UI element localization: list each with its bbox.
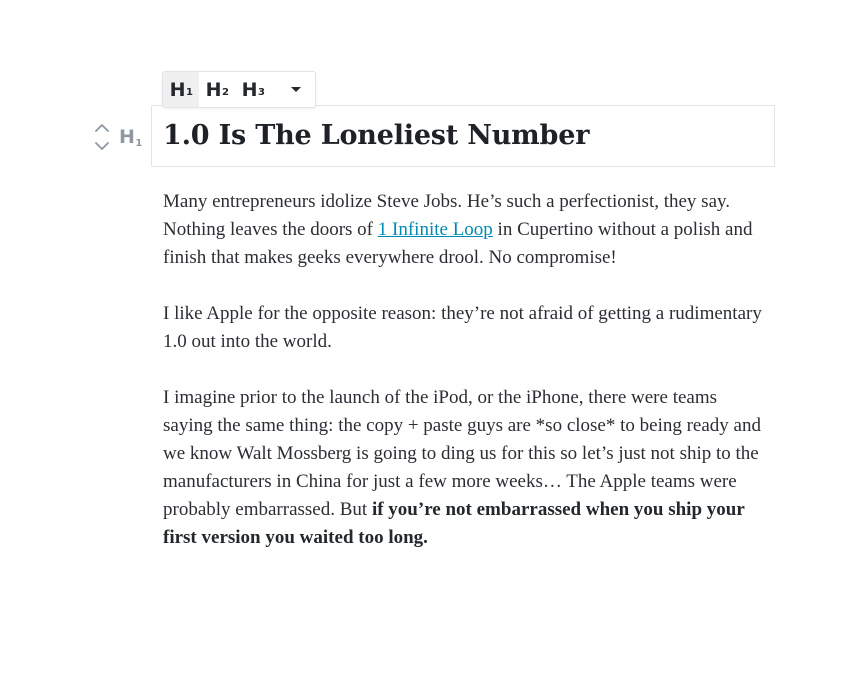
heading-block[interactable]: 1.0 Is The Loneliest Number [151, 105, 775, 167]
heading-1-letter: H [169, 78, 186, 101]
heading-3-letter: H [241, 78, 258, 101]
heading-3-button[interactable]: H3 [235, 72, 271, 107]
heading-1-number: 1 [185, 87, 193, 98]
more-options-button[interactable] [277, 72, 315, 107]
chevron-down-icon [95, 142, 109, 150]
block-type-number: 1 [135, 138, 142, 149]
move-block-up-button[interactable] [92, 121, 112, 135]
block-type-letter: H [119, 126, 135, 148]
paragraph-block-2[interactable]: I like Apple for the opposite reason: th… [163, 300, 763, 356]
heading-2-number: 2 [221, 87, 229, 98]
heading-2-button[interactable]: H2 [199, 72, 235, 107]
heading-2-letter: H [205, 78, 222, 101]
paragraph-block-3[interactable]: I imagine prior to the launch of the iPo… [163, 384, 763, 552]
heading-3-number: 3 [257, 87, 265, 98]
paragraph-2-text: I like Apple for the opposite reason: th… [163, 303, 762, 352]
chevron-up-icon [95, 124, 109, 132]
infinite-loop-link[interactable]: 1 Infinite Loop [378, 219, 493, 240]
post-heading[interactable]: 1.0 Is The Loneliest Number [163, 118, 589, 154]
heading-1-button[interactable]: H1 [163, 72, 199, 107]
block-mover [92, 121, 112, 155]
caret-down-icon [291, 87, 301, 92]
paragraph-block-1[interactable]: Many entrepreneurs idolize Steve Jobs. H… [163, 188, 763, 272]
move-block-down-button[interactable] [92, 139, 112, 153]
block-type-heading-icon[interactable]: H1 [119, 126, 142, 149]
post-content: Many entrepreneurs idolize Steve Jobs. H… [163, 188, 763, 580]
heading-level-toolbar: H1 H2 H3 [162, 71, 316, 108]
